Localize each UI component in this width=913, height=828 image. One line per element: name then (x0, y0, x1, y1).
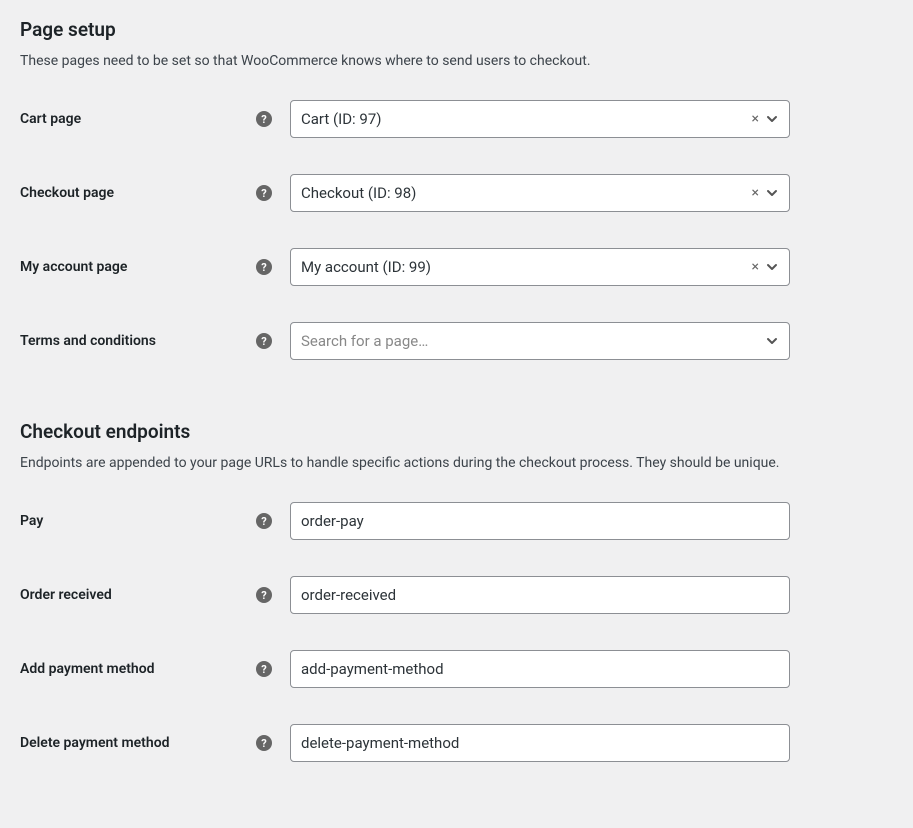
help-icon[interactable]: ? (256, 513, 272, 529)
help-icon[interactable]: ? (256, 111, 272, 127)
chevron-down-icon[interactable] (765, 334, 779, 348)
terms-conditions-select[interactable]: Search for a page… (290, 322, 790, 360)
clear-icon[interactable]: × (750, 111, 761, 127)
page-setup-heading: Page setup (20, 18, 893, 41)
delete-payment-endpoint-row: Delete payment method ? (20, 724, 893, 762)
pay-endpoint-row: Pay ? (20, 502, 893, 540)
add-payment-endpoint-label: Add payment method (20, 661, 155, 677)
pay-endpoint-label: Pay (20, 513, 43, 529)
cart-page-label: Cart page (20, 111, 81, 127)
checkout-endpoints-heading: Checkout endpoints (20, 420, 893, 443)
checkout-page-select[interactable]: Checkout (ID: 98) × (290, 174, 790, 212)
checkout-page-label: Checkout page (20, 185, 114, 201)
terms-conditions-row: Terms and conditions ? Search for a page… (20, 322, 893, 360)
checkout-page-row: Checkout page ? Checkout (ID: 98) × (20, 174, 893, 212)
checkout-page-value: Checkout (ID: 98) (301, 184, 750, 202)
chevron-down-icon[interactable] (765, 186, 779, 200)
my-account-page-row: My account page ? My account (ID: 99) × (20, 248, 893, 286)
order-received-endpoint-label: Order received (20, 587, 112, 603)
page-setup-description: These pages need to be set so that WooCo… (20, 51, 893, 72)
help-icon[interactable]: ? (256, 185, 272, 201)
cart-page-row: Cart page ? Cart (ID: 97) × (20, 100, 893, 138)
checkout-endpoints-description: Endpoints are appended to your page URLs… (20, 453, 893, 474)
help-icon[interactable]: ? (256, 587, 272, 603)
delete-payment-endpoint-input[interactable] (290, 724, 790, 762)
chevron-down-icon[interactable] (765, 112, 779, 126)
my-account-page-select[interactable]: My account (ID: 99) × (290, 248, 790, 286)
add-payment-endpoint-input[interactable] (290, 650, 790, 688)
help-icon[interactable]: ? (256, 259, 272, 275)
help-icon[interactable]: ? (256, 333, 272, 349)
order-received-endpoint-row: Order received ? (20, 576, 893, 614)
add-payment-endpoint-row: Add payment method ? (20, 650, 893, 688)
clear-icon[interactable]: × (750, 185, 761, 201)
help-icon[interactable]: ? (256, 735, 272, 751)
cart-page-value: Cart (ID: 97) (301, 110, 750, 128)
chevron-down-icon[interactable] (765, 260, 779, 274)
terms-conditions-placeholder: Search for a page… (301, 332, 765, 350)
order-received-endpoint-input[interactable] (290, 576, 790, 614)
delete-payment-endpoint-label: Delete payment method (20, 735, 170, 751)
pay-endpoint-input[interactable] (290, 502, 790, 540)
my-account-page-label: My account page (20, 259, 127, 275)
terms-conditions-label: Terms and conditions (20, 333, 156, 349)
help-icon[interactable]: ? (256, 661, 272, 677)
clear-icon[interactable]: × (750, 259, 761, 275)
my-account-page-value: My account (ID: 99) (301, 258, 750, 276)
cart-page-select[interactable]: Cart (ID: 97) × (290, 100, 790, 138)
